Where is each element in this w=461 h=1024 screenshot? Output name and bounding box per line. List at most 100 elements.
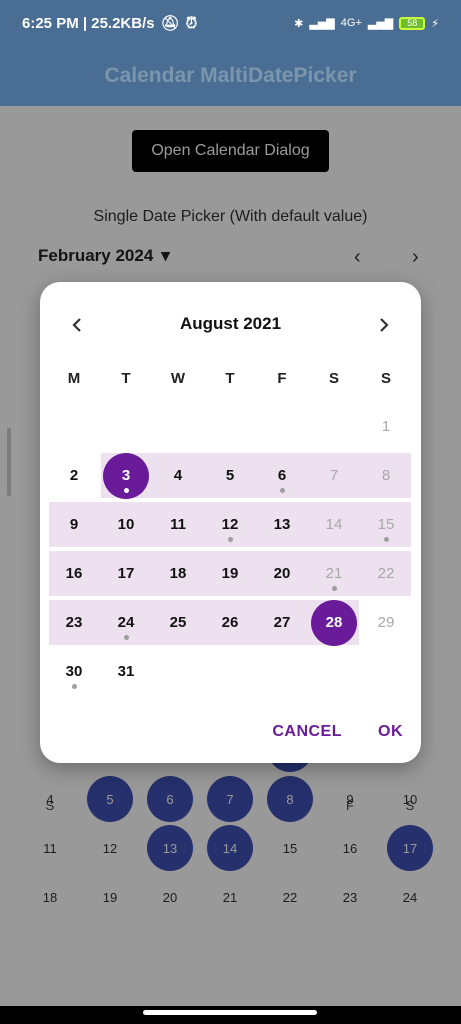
day-number: 11: [170, 516, 186, 533]
dialog-actions: CANCEL OK: [272, 723, 403, 741]
weekday-header: MTWTFSS: [48, 370, 412, 387]
app-bar: Calendar MaltiDatePicker: [0, 46, 461, 106]
day-cell[interactable]: 7: [308, 451, 360, 500]
day-cell[interactable]: 6: [256, 451, 308, 500]
day-number: 14: [325, 516, 343, 533]
day-cell: [308, 647, 360, 696]
day-cell[interactable]: 23: [48, 598, 100, 647]
day-cell: [256, 402, 308, 451]
day-cell[interactable]: 10: [100, 500, 152, 549]
chevron-right-icon: [380, 318, 389, 332]
bluetooth-icon: ✱: [294, 17, 304, 30]
weekday-label: W: [170, 370, 186, 387]
day-number: 27: [273, 614, 291, 631]
day-cell: [48, 402, 100, 451]
status-left: 6:25 PM | 25.2KB/s 🔕︎ ⏰︎: [22, 14, 198, 33]
day-cell[interactable]: 8: [360, 451, 412, 500]
day-number: 10: [117, 516, 135, 533]
day-cell[interactable]: 4: [152, 451, 204, 500]
day-number: 12: [221, 516, 239, 533]
day-number: 18: [169, 565, 187, 582]
day-cell[interactable]: 19: [204, 549, 256, 598]
day-cell-range-endpoint[interactable]: 28: [308, 598, 360, 647]
battery-icon: 58: [399, 16, 426, 30]
event-dot: [124, 488, 129, 493]
day-number: 8: [381, 467, 391, 484]
event-dot: [72, 684, 77, 689]
day-cell[interactable]: 24: [100, 598, 152, 647]
cancel-button[interactable]: CANCEL: [272, 723, 342, 741]
network-tag: 4G+: [340, 17, 362, 29]
day-number: 5: [225, 467, 235, 484]
day-cell[interactable]: 11: [152, 500, 204, 549]
day-cell: [308, 402, 360, 451]
day-cell[interactable]: 12: [204, 500, 256, 549]
day-number: 16: [65, 565, 83, 582]
day-number: 26: [221, 614, 239, 631]
signal-icon-2: ▃▅▇: [367, 17, 394, 30]
event-dot: [280, 488, 285, 493]
day-cell: [256, 647, 308, 696]
day-cell[interactable]: 30: [48, 647, 100, 696]
day-cell: [152, 647, 204, 696]
day-cell[interactable]: 2: [48, 451, 100, 500]
week-row: 9 10 11 12 13 14 15: [48, 500, 412, 549]
day-number: 2: [69, 467, 79, 484]
calendar-grid: 1 2 3 4 5 6 7 8 9 10 11 12 13 14 15 16 17 18 19 20 21 22 23 24 2…: [48, 402, 412, 696]
mute-icon: 🔕︎: [160, 15, 180, 32]
day-cell[interactable]: 26: [204, 598, 256, 647]
event-dot: [228, 537, 233, 542]
day-number: 13: [273, 516, 291, 533]
home-gesture-handle[interactable]: [143, 1010, 317, 1015]
weekday-label: T: [225, 370, 235, 387]
battery-level: 58: [407, 18, 418, 28]
dialog-month-title: August 2021: [179, 314, 282, 333]
day-cell[interactable]: 9: [48, 500, 100, 549]
day-cell[interactable]: 31: [100, 647, 152, 696]
day-cell[interactable]: 21: [308, 549, 360, 598]
day-cell[interactable]: 5: [204, 451, 256, 500]
navigation-bar: [0, 1006, 461, 1024]
ok-button[interactable]: OK: [378, 723, 403, 741]
day-number: 23: [65, 614, 83, 631]
week-row: 30 31: [48, 647, 412, 696]
day-number: 19: [221, 565, 239, 582]
day-number: 30: [65, 663, 83, 680]
status-right: ✱ ▃▅▇ 4G+ ▃▅▇ 58 ⚡︎: [294, 16, 439, 30]
alarm-icon: ⏰︎: [185, 14, 198, 32]
day-cell: [204, 402, 256, 451]
day-number: 29: [377, 614, 395, 631]
day-cell[interactable]: 1: [360, 402, 412, 451]
status-bar: 6:25 PM | 25.2KB/s 🔕︎ ⏰︎ ✱ ▃▅▇ 4G+ ▃▅▇ 5…: [0, 0, 461, 46]
charging-icon: ⚡︎: [431, 17, 439, 30]
status-time: 6:25 PM | 25.2KB/s: [22, 14, 155, 32]
week-row: 2 3 4 5 6 7 8: [48, 451, 412, 500]
day-cell[interactable]: 18: [152, 549, 204, 598]
dialog-header: August 2021: [40, 304, 421, 344]
day-cell[interactable]: 25: [152, 598, 204, 647]
day-number: 22: [377, 565, 395, 582]
weekday-label: S: [380, 370, 391, 387]
week-row: 23 24 25 26 27 28 29: [48, 598, 412, 647]
app-title: Calendar MaltiDatePicker: [104, 64, 357, 87]
day-cell[interactable]: 13: [256, 500, 308, 549]
day-cell[interactable]: 15: [360, 500, 412, 549]
day-cell: [204, 647, 256, 696]
day-cell[interactable]: 22: [360, 549, 412, 598]
day-number: 25: [169, 614, 187, 631]
day-cell[interactable]: 16: [48, 549, 100, 598]
day-cell[interactable]: 17: [100, 549, 152, 598]
event-dot: [332, 586, 337, 591]
day-number: 21: [325, 565, 343, 582]
day-number: 15: [377, 516, 395, 533]
day-number: 6: [277, 467, 287, 484]
weekday-label: F: [277, 370, 287, 387]
day-number: 1: [381, 418, 391, 435]
week-row: 1: [48, 402, 412, 451]
day-cell-range-endpoint[interactable]: 3: [100, 451, 152, 500]
day-cell[interactable]: 14: [308, 500, 360, 549]
day-cell[interactable]: 20: [256, 549, 308, 598]
day-cell[interactable]: 27: [256, 598, 308, 647]
day-cell[interactable]: 29: [360, 598, 412, 647]
next-month-button[interactable]: [369, 310, 399, 340]
